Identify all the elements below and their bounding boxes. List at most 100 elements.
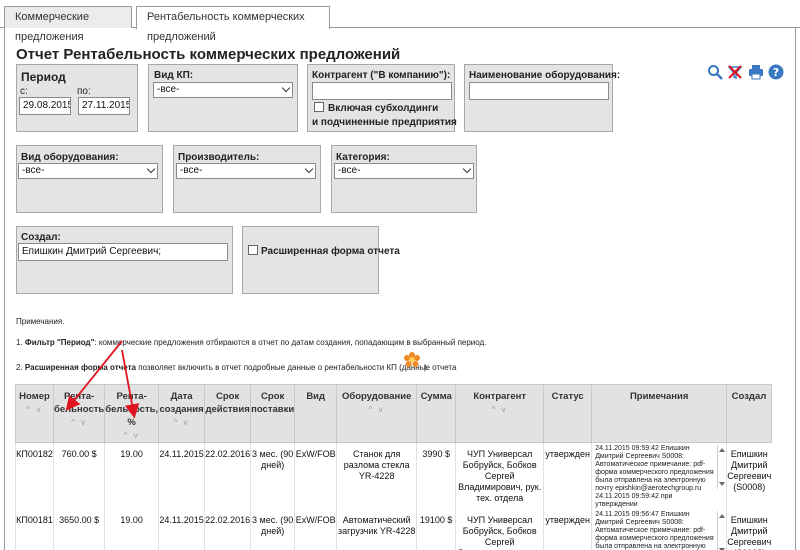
col-profitability-pct[interactable]: Рента-бельность, % ^ v (104, 384, 160, 443)
equipment-type-label: Вид оборудования: (21, 152, 119, 163)
chevron-down-icon (462, 164, 472, 174)
note-1-text: : коммерческие предложения отбираются в … (94, 338, 487, 347)
cell-type: ExW/FOB (294, 442, 337, 509)
vid-kp-value: -все- (157, 84, 180, 95)
extended-form-filter (242, 226, 379, 294)
subholdings-checkbox[interactable] (314, 102, 324, 112)
cell-equipment: Автоматический загрузчик YR-4228 (336, 509, 417, 550)
cell-status: утвержден (543, 509, 592, 550)
kontragent-label: Контрагент ("В компанию"): (312, 70, 451, 81)
cell-delivery: 3 мес. (90 дней) (250, 509, 295, 550)
equipment-type-select[interactable]: -все- (18, 163, 158, 179)
manufacturer-value: -все- (180, 165, 203, 176)
cell-notes[interactable]: 24.11.2015 09:59:42 Епишкин Дмитрий Серг… (591, 442, 727, 509)
col-author-label: Создал (731, 391, 767, 402)
subholdings-label-1: Включая субхолдинги (328, 103, 439, 114)
vid-kp-label: Вид КП: (154, 70, 194, 81)
note-1: 1. Фильтр "Период": коммерческие предлож… (16, 338, 487, 347)
period-to-input[interactable]: 27.11.2015 (78, 97, 130, 115)
col-type[interactable]: Вид (294, 384, 338, 443)
col-sum[interactable]: Сумма (416, 384, 457, 443)
col-equipment[interactable]: Оборудование ^ v (336, 384, 418, 443)
page-title: Отчет Рентабельность коммерческих предло… (16, 46, 401, 63)
tab-commercial-offers[interactable]: Коммерческие предложения (4, 6, 132, 43)
sort-arrows-icon[interactable]: ^ v (105, 429, 158, 442)
col-validity[interactable]: Срок действия (204, 384, 252, 443)
equipment-name-input[interactable] (469, 82, 609, 100)
sort-arrows-icon[interactable]: ^ v (16, 403, 53, 416)
tab-profitability[interactable]: Рентабельность коммерческих предложений (136, 6, 330, 43)
col-created-label: Дата создания (159, 391, 204, 415)
cell-author: Епишкин Дмитрий Сергеевич (S0008) (726, 509, 771, 550)
table-header-row: Номер ^ v Рента-бельность ^ v Рента-бельно… (15, 384, 772, 443)
chevron-down-icon (146, 164, 156, 174)
col-number-label: Номер (19, 391, 50, 402)
vid-kp-select[interactable]: -все- (153, 82, 293, 98)
search-icon[interactable] (707, 64, 723, 80)
cell-validity: 22.02.2016 (204, 509, 251, 550)
sort-arrows-icon[interactable]: ^ v (456, 403, 543, 416)
col-counterparty-label: Контрагент (473, 391, 527, 402)
cell-notes[interactable]: 24.11.2015 09:56:47 Епишкин Дмитрий Серг… (591, 509, 727, 550)
flower-badge-icon (404, 352, 420, 367)
sort-arrows-icon[interactable]: ^ v (337, 403, 416, 416)
table-row[interactable]: КП00181 3650.00 $ 19.00 24.11.2015 22.02… (15, 509, 771, 550)
col-profitability[interactable]: Рента-бельность ^ v (52, 384, 106, 443)
cell-profitability: 3650.00 $ (52, 509, 105, 550)
col-created[interactable]: Дата создания ^ v (158, 384, 206, 443)
col-sum-label: Сумма (420, 391, 452, 402)
author-label: Создал: (21, 232, 61, 243)
col-number[interactable]: Номер ^ v (15, 384, 54, 443)
cell-created: 24.11.2015 (158, 509, 205, 550)
manufacturer-label: Производитель: (178, 152, 260, 163)
cell-created: 24.11.2015 (158, 442, 205, 509)
col-delivery[interactable]: Срок поставки (250, 384, 296, 443)
cell-status: утвержден (543, 442, 592, 509)
note-1-bold: Фильтр "Период" (24, 338, 95, 347)
cell-equipment: Станок для разлома стекла YR-4228 (336, 442, 417, 509)
cell-counterparty: ЧУП Универсал Бобруйск, Бобков Сергей Вл… (455, 509, 544, 550)
author-input[interactable]: Епишкин Дмитрий Сергеевич; (18, 243, 228, 261)
cell-notes-text: 24.11.2015 09:59:42 Епишкин Дмитрий Серг… (595, 445, 714, 508)
tab-bar: Коммерческие предложения Рентабельность … (0, 0, 800, 43)
period-label: Период (21, 70, 66, 84)
note-2-bold: Расширенная форма отчета (24, 363, 136, 372)
extended-form-label: Расширенная форма отчета (261, 246, 400, 257)
notes-scrollbar[interactable] (717, 445, 726, 489)
cell-notes-text: 24.11.2015 09:56:47 Епишкин Дмитрий Серг… (595, 511, 714, 550)
cell-delivery: 3 мес. (90 дней) (250, 442, 295, 509)
print-icon[interactable] (748, 64, 764, 80)
clear-filter-icon[interactable] (727, 64, 743, 80)
note-2-end: ). (424, 363, 429, 372)
col-notes[interactable]: Примечания (591, 384, 728, 443)
col-counterparty[interactable]: Контрагент ^ v (455, 384, 545, 443)
extended-form-checkbox[interactable] (248, 245, 258, 255)
col-author[interactable]: Создал (726, 384, 772, 443)
equipment-type-value: -все- (22, 165, 45, 176)
col-delivery-label: Срок поставки (251, 391, 295, 415)
period-from-input[interactable]: 29.08.2015 (19, 97, 71, 115)
equipment-name-label: Наименование оборудования: (469, 70, 621, 81)
cell-number: КП00181 (15, 509, 54, 550)
cell-number: КП00182 (15, 442, 54, 509)
cell-profitability-pct: 19.00 (104, 509, 159, 550)
sort-arrows-icon[interactable]: ^ v (159, 416, 204, 429)
category-select[interactable]: -все- (334, 163, 474, 179)
cell-sum: 19100 $ (416, 509, 456, 550)
manufacturer-select[interactable]: -все- (176, 163, 316, 179)
cell-sum: 3990 $ (416, 442, 456, 509)
sort-arrows-icon[interactable]: ^ v (54, 416, 104, 429)
help-icon[interactable]: ? (768, 64, 784, 80)
category-value: -все- (338, 165, 361, 176)
col-type-label: Вид (306, 391, 326, 402)
col-validity-label: Срок действия (205, 391, 250, 415)
col-status[interactable]: Статус (543, 384, 593, 443)
notes-scrollbar[interactable] (717, 511, 726, 550)
svg-text:?: ? (773, 66, 779, 79)
table-row[interactable]: КП00182 760.00 $ 19.00 24.11.2015 22.02.… (15, 442, 771, 509)
category-label: Категория: (336, 152, 390, 163)
col-status-label: Статус (551, 391, 584, 402)
cell-counterparty: ЧУП Универсал Бобруйск, Бобков Сергей Вл… (455, 442, 544, 509)
col-notes-label: Примечания (629, 391, 689, 402)
kontragent-input[interactable] (312, 82, 452, 100)
